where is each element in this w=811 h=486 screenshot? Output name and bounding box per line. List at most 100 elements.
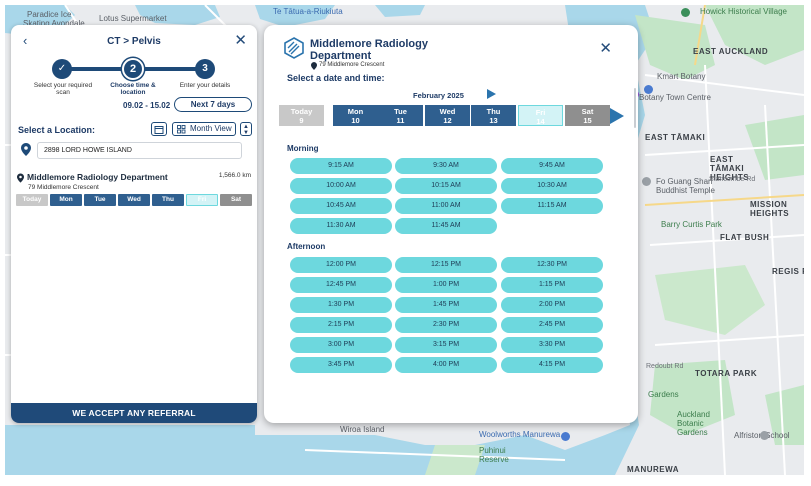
time-slot-button[interactable]: 11:15 AM: [501, 198, 603, 214]
map-label-botany-town: Botany Town Centre: [639, 93, 711, 102]
time-slot-button[interactable]: 3:15 PM: [395, 337, 497, 353]
month-view-label: Month View: [190, 124, 232, 133]
time-slot-button[interactable]: 1:00 PM: [395, 277, 497, 293]
modal-day-name: Mon: [347, 107, 364, 116]
booking-panel: ‹ CT > Pelvis ✕ ✓ 2 3 Select your requir…: [11, 25, 257, 423]
time-slot-button[interactable]: 2:00 PM: [501, 297, 603, 313]
time-slot-button[interactable]: 11:30 AM: [290, 218, 392, 234]
result-name[interactable]: Middlemore Radiology Department: [27, 172, 168, 182]
time-slot-button[interactable]: 9:30 AM: [395, 158, 497, 174]
map-label-mission-heights: MISSION HEIGHTS: [750, 200, 790, 218]
next-week-arrow-icon[interactable]: [610, 108, 624, 124]
accept-referral-banner[interactable]: WE ACCEPT ANY REFERRAL: [11, 403, 257, 423]
sort-icon[interactable]: ▲ ▼: [240, 122, 252, 136]
month-view-button[interactable]: Month View: [172, 122, 236, 136]
time-slot-button[interactable]: 10:15 AM: [395, 178, 497, 194]
modal-day-sat[interactable]: Sat 15: [565, 105, 610, 126]
step-2-indicator: 2: [122, 58, 144, 80]
map-label-paradice: Paradice Ice: [27, 10, 72, 19]
map-label-barry-curtis: Barry Curtis Park: [661, 220, 722, 229]
temple-pin-icon[interactable]: [642, 177, 651, 186]
radiology-logo-icon: [284, 37, 304, 59]
date-range: 09.02 - 15.02: [123, 101, 171, 110]
shopping-pin-icon[interactable]: [644, 85, 653, 94]
time-slot-button[interactable]: 12:15 PM: [395, 257, 497, 273]
location-pin-icon: [311, 62, 317, 70]
modal-day-wed[interactable]: Wed 12: [425, 105, 470, 126]
address-input[interactable]: 2898 LORD HOWE ISLAND: [37, 142, 242, 159]
day-mon[interactable]: Mon: [50, 194, 82, 206]
poi-pin-icon[interactable]: [681, 8, 690, 17]
time-slot-button[interactable]: 3:00 PM: [290, 337, 392, 353]
modal-day-mon[interactable]: Mon 10: [333, 105, 378, 126]
day-sat[interactable]: Sat: [220, 194, 252, 206]
modal-day-thu[interactable]: Thu 13: [471, 105, 516, 126]
shopping-pin-icon[interactable]: [561, 432, 570, 441]
modal-day-name: Today: [290, 107, 313, 116]
modal-day-today[interactable]: Today 9: [279, 105, 324, 126]
calendar-icon: [154, 126, 164, 134]
result-address: 79 Middlemore Crescent: [28, 184, 99, 191]
select-date-time-label: Select a date and time:: [287, 73, 385, 83]
time-slot-button[interactable]: 1:30 PM: [290, 297, 392, 313]
time-slot-button[interactable]: 10:45 AM: [290, 198, 392, 214]
school-pin-icon[interactable]: [760, 431, 769, 440]
time-slot-button[interactable]: 4:00 PM: [395, 357, 497, 373]
next-month-arrow-icon[interactable]: [487, 89, 496, 99]
step-2-label: Choose time & location: [110, 82, 156, 96]
day-wed[interactable]: Wed: [118, 194, 150, 206]
time-slot-button[interactable]: 1:45 PM: [395, 297, 497, 313]
time-slot-button[interactable]: 2:45 PM: [501, 317, 603, 333]
modal-day-name: Fri: [535, 108, 546, 117]
modal-day-number: 15: [583, 116, 592, 125]
modal-day-number: 13: [489, 116, 498, 125]
result-distance: 1,566.0 km: [218, 172, 251, 179]
time-slot-button[interactable]: 9:45 AM: [501, 158, 603, 174]
time-slot-button[interactable]: 2:15 PM: [290, 317, 392, 333]
time-slot-button[interactable]: 3:45 PM: [290, 357, 392, 373]
modal-day-number: 9: [299, 116, 304, 125]
day-thu[interactable]: Thu: [152, 194, 184, 206]
time-slot-button[interactable]: 9:15 AM: [290, 158, 392, 174]
map-label-east-tamaki: EAST TĀMAKI: [645, 133, 706, 142]
modal-day-number: 11: [396, 116, 405, 125]
next-7-days-button[interactable]: Next 7 days: [174, 97, 252, 112]
time-slot-button[interactable]: 11:00 AM: [395, 198, 497, 214]
time-slot-button[interactable]: 12:00 PM: [290, 257, 392, 273]
modal-day-tue[interactable]: Tue 11: [378, 105, 423, 126]
location-pin-icon: [17, 173, 24, 183]
time-slot-button[interactable]: 1:15 PM: [501, 277, 603, 293]
grid-icon: [177, 125, 186, 134]
step-3-label: Enter your details: [179, 82, 231, 89]
step-3-indicator: 3: [195, 59, 215, 79]
modal-day-fri: Fri 14: [518, 105, 563, 126]
close-icon[interactable]: ✕: [234, 33, 247, 48]
time-slot-button[interactable]: 12:45 PM: [290, 277, 392, 293]
modal-day-number: 14: [536, 117, 545, 126]
modal-scrollbar[interactable]: [634, 88, 636, 128]
close-icon[interactable]: ✕: [599, 41, 612, 56]
time-picker-modal: Middlemore Radiology Department 79 Middl…: [264, 25, 638, 423]
day-today[interactable]: Today: [16, 194, 48, 206]
time-slot-button[interactable]: 10:00 AM: [290, 178, 392, 194]
map-label-kmart: Kmart Botany: [657, 72, 706, 81]
time-slot-button[interactable]: 3:30 PM: [501, 337, 603, 353]
time-slot-button[interactable]: 4:15 PM: [501, 357, 603, 373]
modal-day-name: Tue: [394, 107, 407, 116]
map-label-east-auckland: EAST AUCKLAND: [693, 47, 769, 56]
time-slot-button[interactable]: 10:30 AM: [501, 178, 603, 194]
modal-title: Middlemore Radiology Department: [310, 38, 428, 62]
map-label-fo-guang: Fo Guang Shan: [656, 177, 713, 186]
map-label-gardens: Gardens: [648, 390, 679, 399]
time-slot-button[interactable]: 12:30 PM: [501, 257, 603, 273]
time-slot-button[interactable]: 2:30 PM: [395, 317, 497, 333]
map-label-totara: TOTARA PARK: [695, 369, 758, 378]
day-tue[interactable]: Tue: [84, 194, 116, 206]
map-label-redoubt: Redoubt Rd: [646, 363, 684, 370]
calendar-button[interactable]: [151, 122, 167, 136]
time-slot-button[interactable]: 11:45 AM: [395, 218, 497, 234]
modal-day-name: Thu: [486, 107, 501, 116]
map-label-tamaki-river: Te Tātua-a-Riukiuta: [273, 7, 343, 16]
panel-title: CT > Pelvis: [107, 36, 161, 47]
modal-day-name: Sat: [581, 107, 594, 116]
